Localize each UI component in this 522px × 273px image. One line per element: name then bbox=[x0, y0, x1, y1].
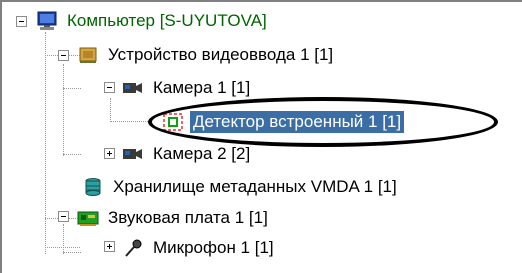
collapse-toggle-camera-1[interactable] bbox=[104, 82, 115, 93]
camera-icon bbox=[122, 78, 144, 98]
tree-node-label: Хранилище метаданных VMDA 1 [1] bbox=[113, 177, 397, 196]
tree-connector bbox=[63, 154, 81, 155]
expand-toggle-microphone[interactable] bbox=[104, 241, 115, 252]
object-tree[interactable]: Компьютер [S-UYUTOVA] Устройство видеовв… bbox=[0, 0, 522, 273]
tree-node-camera-2[interactable]: Камера 2 [2] bbox=[122, 142, 253, 166]
collapse-toggle-video-device[interactable] bbox=[58, 50, 69, 61]
collapse-toggle-computer[interactable] bbox=[16, 16, 27, 27]
tree-connector bbox=[63, 224, 64, 254]
sound-card-icon bbox=[77, 208, 99, 228]
tree-node-label: Камера 1 [1] bbox=[153, 78, 251, 97]
tree-node-vmda-storage[interactable]: Хранилище метаданных VMDA 1 [1] bbox=[82, 175, 400, 199]
microphone-icon bbox=[122, 238, 144, 258]
tree-connector bbox=[63, 64, 64, 156]
capture-card-icon bbox=[77, 45, 99, 65]
tree-node-microphone[interactable]: Микрофон 1 [1] bbox=[122, 236, 277, 260]
tree-node-label: Звуковая плата 1 [1] bbox=[108, 208, 268, 227]
tree-node-video-device[interactable]: Устройство видеоввода 1 [1] bbox=[77, 43, 336, 67]
tree-node-label: Камера 2 [2] bbox=[153, 144, 251, 163]
computer-icon bbox=[36, 11, 58, 31]
camera-icon bbox=[122, 144, 144, 164]
tree-node-camera-1[interactable]: Камера 1 [1] bbox=[122, 76, 253, 100]
expand-toggle-camera-2[interactable] bbox=[104, 148, 115, 159]
tree-node-label: Компьютер [S-UYUTOVA] bbox=[67, 11, 267, 30]
tree-connector bbox=[110, 121, 150, 122]
tree-connector bbox=[45, 32, 46, 254]
tree-node-label: Микрофон 1 [1] bbox=[153, 238, 274, 257]
collapse-toggle-sound-card[interactable] bbox=[58, 211, 69, 222]
tree-node-label: Детектор встроенный 1 [1] bbox=[190, 111, 405, 133]
tree-node-computer[interactable]: Компьютер [S-UYUTOVA] bbox=[36, 9, 270, 33]
tree-node-label: Устройство видеоввода 1 [1] bbox=[108, 45, 334, 64]
tree-connector bbox=[63, 252, 81, 253]
tree-connector bbox=[110, 98, 111, 122]
tree-node-detector[interactable]: Детектор встроенный 1 [1] bbox=[162, 110, 405, 134]
tree-connector bbox=[63, 88, 81, 89]
database-icon bbox=[82, 177, 104, 197]
detector-icon bbox=[162, 112, 184, 132]
tree-node-sound-card[interactable]: Звуковая плата 1 [1] bbox=[77, 206, 271, 230]
